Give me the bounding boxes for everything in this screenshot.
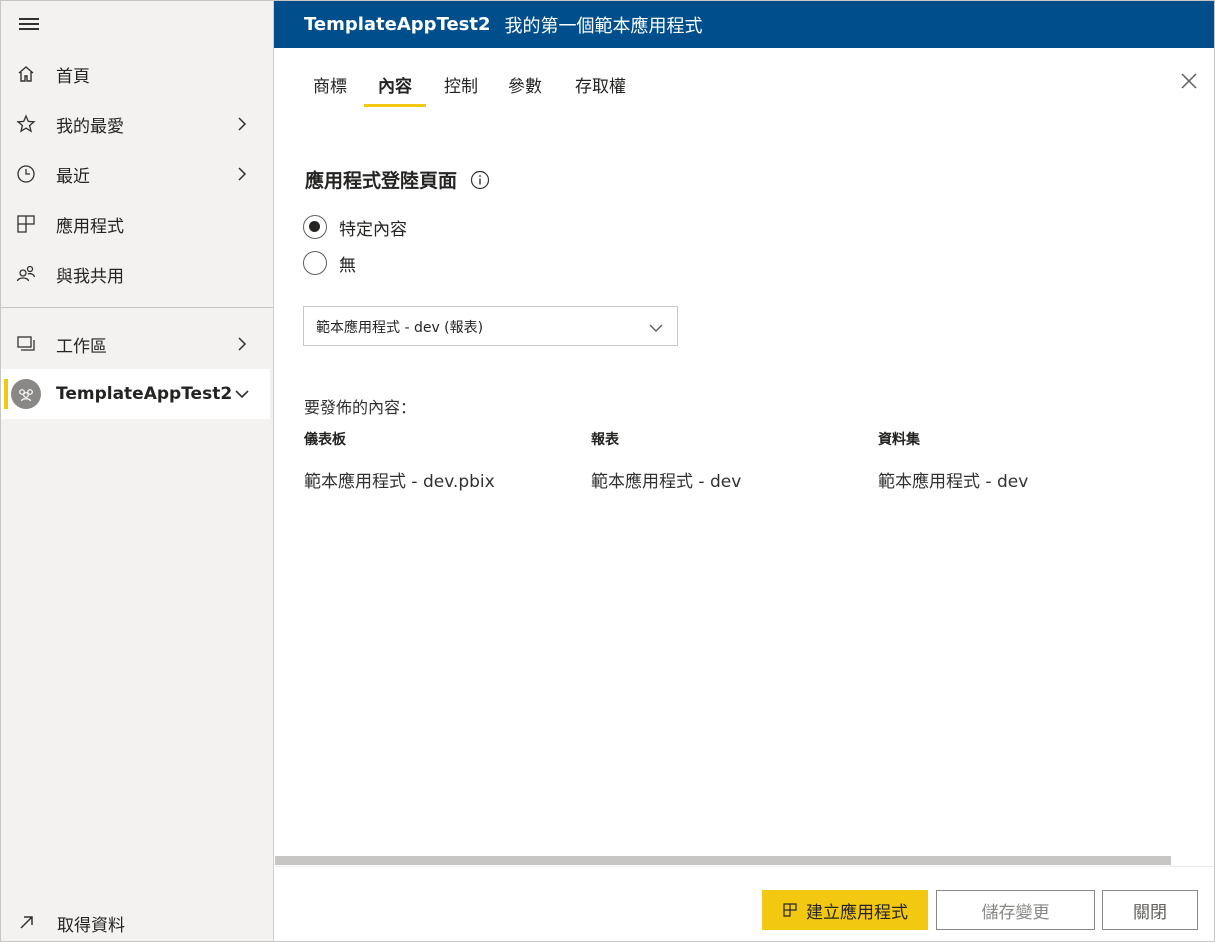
sidebar-item-recent[interactable]: 最近 <box>1 149 270 199</box>
workspaces-icon <box>15 333 37 355</box>
column-header-reports: 報表 <box>591 432 619 448</box>
column-header-dashboard: 儀表板 <box>304 432 346 448</box>
tab-control[interactable]: 控制 <box>444 74 478 108</box>
radio-button-checked[interactable] <box>303 215 327 239</box>
sidebar-item-workspaces[interactable]: 工作區 <box>1 319 270 369</box>
tab-selected-underline <box>364 104 426 107</box>
apps-icon <box>15 213 37 235</box>
save-changes-button[interactable]: 儲存變更 <box>936 890 1095 930</box>
tab-content[interactable]: 內容 <box>378 74 412 108</box>
dataset-item: 範本應用程式 - dev <box>878 472 1029 492</box>
horizontal-scrollbar[interactable] <box>275 856 1171 865</box>
sidebar-item-label: 我的最愛 <box>56 116 124 137</box>
create-app-label: 建立應用程式 <box>806 902 908 923</box>
active-indicator <box>4 379 8 409</box>
workspace-avatar-icon <box>11 379 41 409</box>
sidebar-item-label: 與我共用 <box>56 266 124 287</box>
sidebar-item-label: TemplateAppTest2 <box>56 384 233 404</box>
chevron-down-icon <box>649 324 663 332</box>
hamburger-menu-icon[interactable] <box>19 16 39 32</box>
sidebar-item-label: 取得資料 <box>57 916 125 936</box>
create-app-button[interactable]: 建立應用程式 <box>762 890 928 930</box>
close-button[interactable]: 關閉 <box>1102 890 1198 930</box>
sidebar-item-apps[interactable]: 應用程式 <box>1 199 270 249</box>
shared-with-me-icon <box>15 263 37 285</box>
app-header: TemplateAppTest2 我的第一個範本應用程式 <box>274 1 1214 48</box>
tab-parameters[interactable]: 參數 <box>508 74 542 108</box>
info-icon[interactable] <box>470 170 490 190</box>
sidebar-item-home[interactable]: 首頁 <box>1 49 270 99</box>
radio-button[interactable] <box>303 251 327 275</box>
footer-divider <box>275 866 1214 867</box>
star-icon <box>15 113 37 135</box>
chevron-right-icon <box>238 337 247 351</box>
radio-label: 無 <box>339 255 356 276</box>
home-icon <box>15 63 37 85</box>
sidebar-item-label: 最近 <box>56 166 90 187</box>
tab-branding[interactable]: 商標 <box>313 74 347 108</box>
app-title: TemplateAppTest2 <box>304 14 491 35</box>
sidebar-item-label: 工作區 <box>56 336 107 357</box>
chevron-down-icon <box>235 390 249 399</box>
sidebar: 首頁 我的最愛 最近 應用程式 與我共用 工作區 TemplateAppTest… <box>1 1 274 941</box>
clock-icon <box>15 163 37 185</box>
sidebar-divider <box>1 307 273 308</box>
landing-page-title: 應用程式登陸頁面 <box>305 170 458 192</box>
tab-access[interactable]: 存取權 <box>575 74 626 108</box>
sidebar-item-shared[interactable]: 與我共用 <box>1 249 270 299</box>
content-to-publish-label: 要發佈的內容： <box>304 398 417 417</box>
dropdown-selected-value: 範本應用程式 - dev (報表) <box>316 320 484 336</box>
sidebar-item-active-workspace[interactable]: TemplateAppTest2 <box>1 369 270 419</box>
sidebar-item-label: 應用程式 <box>56 216 124 237</box>
sidebar-item-label: 首頁 <box>56 66 90 87</box>
sidebar-item-get-data[interactable]: 取得資料 <box>2 899 274 942</box>
arrow-up-right-icon <box>16 911 38 933</box>
sidebar-item-favorites[interactable]: 我的最愛 <box>1 99 270 149</box>
radio-specific-content[interactable]: 特定內容 <box>303 214 407 240</box>
column-header-datasets: 資料集 <box>878 432 920 448</box>
report-item: 範本應用程式 - dev <box>591 472 742 492</box>
radio-none[interactable]: 無 <box>303 250 356 276</box>
radio-label: 特定內容 <box>339 219 407 240</box>
dashboard-item: 範本應用程式 - dev.pbix <box>304 472 495 492</box>
chevron-right-icon <box>238 167 247 181</box>
landing-content-dropdown[interactable]: 範本應用程式 - dev (報表) <box>303 306 678 346</box>
apps-icon <box>783 903 797 917</box>
chevron-right-icon <box>238 117 247 131</box>
app-subtitle: 我的第一個範本應用程式 <box>504 15 703 37</box>
close-icon[interactable] <box>1180 72 1198 90</box>
